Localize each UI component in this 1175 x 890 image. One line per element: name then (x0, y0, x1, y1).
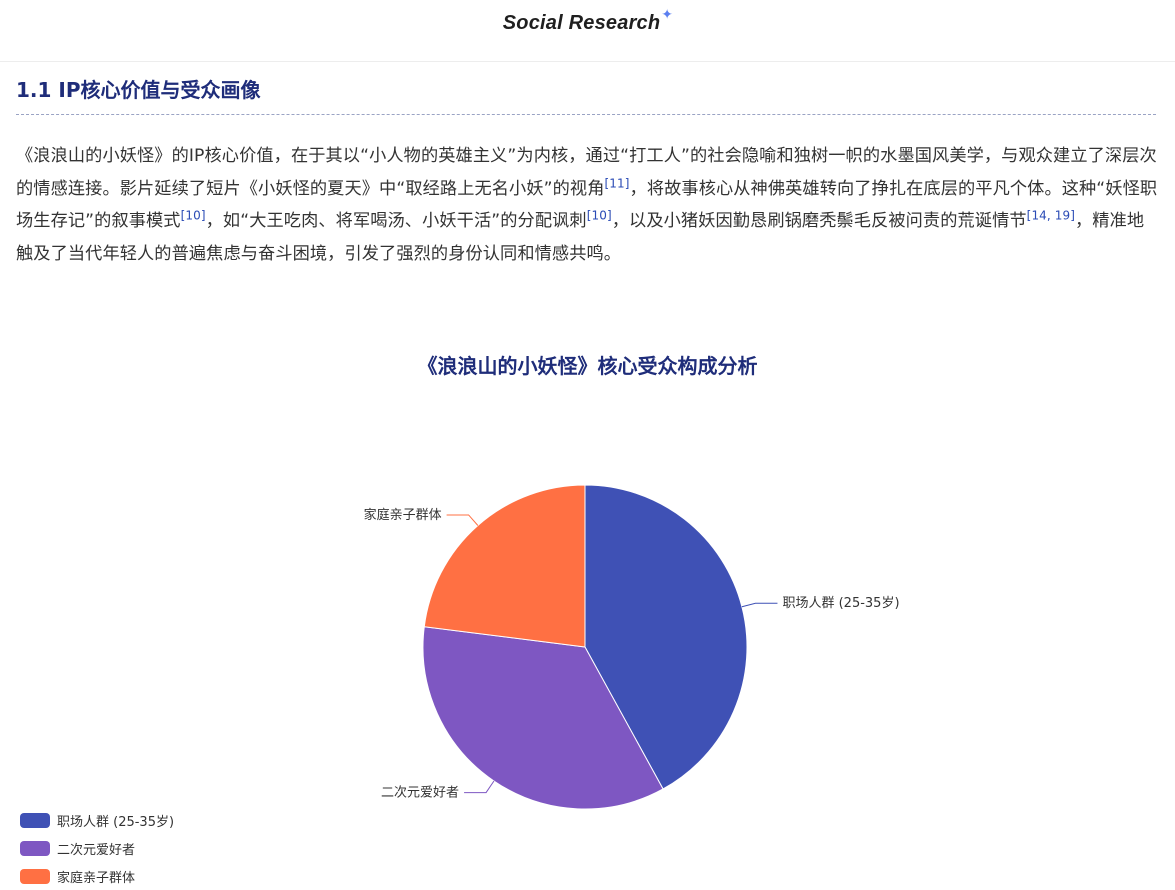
pie-leader-line-2 (464, 780, 495, 794)
legend-label-3: 家庭亲子群体 (57, 870, 136, 886)
legend-item-3[interactable]: 家庭亲子群体 (20, 862, 174, 890)
pie-label-1: 职场人群 (25-35岁) (782, 596, 899, 611)
pie-leader-line-3 (446, 514, 479, 526)
sparkle-icon: ✦ (661, 6, 674, 22)
citation-link[interactable]: [14, 19] (1027, 208, 1075, 222)
legend-swatch-1 (20, 812, 50, 828)
legend-label-2: 二次元爱好者 (57, 842, 136, 858)
legend-swatch-3 (20, 868, 50, 884)
legend-swatch-2 (20, 840, 50, 856)
top-bar: Social Research✦ (0, 0, 1175, 62)
body-paragraph: 《浪浪山的小妖怪》的IP核心价值，在于其以“小人物的英雄主义”为内核，通过“打工… (16, 140, 1160, 270)
citation-link[interactable]: [10] (181, 208, 206, 222)
brand-logo[interactable]: Social Research✦ (0, 6, 1175, 35)
chart-legend: 职场人群 (25-35岁) 二次元爱好者 家庭亲子群体 (20, 806, 174, 890)
brand-name: Social Research (502, 12, 661, 34)
chart-title: 《浪浪山的小妖怪》核心受众构成分析 (417, 354, 758, 378)
pie-slice-3[interactable] (423, 484, 586, 648)
citation-link[interactable]: [10] (587, 208, 612, 222)
paragraph-text: ，如“大王吃肉、将军喝汤、小妖干活”的分配讽刺 (205, 211, 587, 231)
pie-chart: 职场人群 (25-35岁) 二次元爱好者 家庭亲子群体 (364, 484, 900, 810)
section-divider (16, 114, 1156, 115)
pie-label-3: 家庭亲子群体 (364, 507, 442, 523)
pie-leader-line-1 (741, 602, 778, 608)
citation-link[interactable]: [11] (605, 176, 630, 190)
legend-item-1[interactable]: 职场人群 (25-35岁) (20, 806, 174, 834)
legend-label-1: 职场人群 (25-35岁) (57, 814, 175, 830)
section-title: 1.1 IP核心价值与受众画像 (16, 78, 261, 102)
legend-item-2[interactable]: 二次元爱好者 (20, 834, 174, 862)
paragraph-text: ，以及小猪妖因勤恳刷锅磨秃鬃毛反被问责的荒诞情节 (611, 211, 1027, 231)
pie-label-2: 二次元爱好者 (381, 785, 459, 801)
